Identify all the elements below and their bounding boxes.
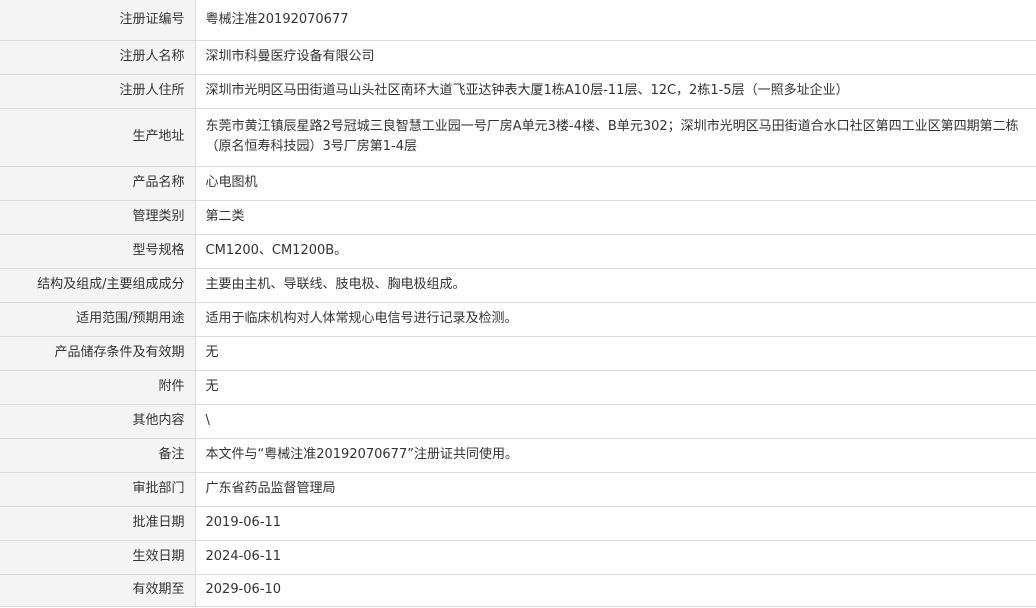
label-registration-number: 注册证编号 — [0, 0, 196, 41]
row-storage-conditions: 产品储存条件及有效期 无 — [0, 336, 1036, 371]
value-intended-use: 适用于临床机构对人体常规心电信号进行记录及检测。 — [195, 302, 1036, 337]
label-other-content: 其他内容 — [0, 404, 196, 439]
value-production-address: 东莞市黄江镇辰星路2号冠城三良智慧工业园一号厂房A单元3楼-4楼、B单元302；… — [195, 108, 1036, 167]
row-production-address: 生产地址 东莞市黄江镇辰星路2号冠城三良智慧工业园一号厂房A单元3楼-4楼、B单… — [0, 108, 1036, 167]
label-storage-conditions: 产品储存条件及有效期 — [0, 336, 196, 371]
value-management-category: 第二类 — [195, 200, 1036, 235]
row-attachments: 附件 无 — [0, 370, 1036, 405]
value-structure-composition: 主要由主机、导联线、肢电极、胸电极组成。 — [195, 268, 1036, 303]
row-registrant-address: 注册人住所 深圳市光明区马田街道马山头社区南环大道飞亚达钟表大厦1栋A10层-1… — [0, 74, 1036, 109]
value-registrant-name: 深圳市科曼医疗设备有限公司 — [195, 40, 1036, 75]
row-approval-department: 审批部门 广东省药品监督管理局 — [0, 472, 1036, 507]
value-registration-number: 粤械注准20192070677 — [195, 0, 1036, 41]
label-remarks: 备注 — [0, 438, 196, 473]
label-management-category: 管理类别 — [0, 200, 196, 235]
value-approval-department: 广东省药品监督管理局 — [195, 472, 1036, 507]
row-structure-composition: 结构及组成/主要组成成分 主要由主机、导联线、肢电极、胸电极组成。 — [0, 268, 1036, 303]
value-approval-date: 2019-06-11 — [195, 506, 1036, 541]
label-production-address: 生产地址 — [0, 108, 196, 167]
registration-info-table: 注册证编号 粤械注准20192070677 注册人名称 深圳市科曼医疗设备有限公… — [0, 0, 1036, 607]
row-product-name: 产品名称 心电图机 — [0, 166, 1036, 201]
row-management-category: 管理类别 第二类 — [0, 200, 1036, 235]
value-effective-date: 2024-06-11 — [195, 540, 1036, 575]
label-intended-use: 适用范围/预期用途 — [0, 302, 196, 337]
row-registration-number: 注册证编号 粤械注准20192070677 — [0, 0, 1036, 41]
label-attachments: 附件 — [0, 370, 196, 405]
label-approval-date: 批准日期 — [0, 506, 196, 541]
value-other-content: \ — [195, 404, 1036, 439]
row-model-spec: 型号规格 CM1200、CM1200B。 — [0, 234, 1036, 269]
value-model-spec: CM1200、CM1200B。 — [195, 234, 1036, 269]
registration-info-panel: 注册证编号 粤械注准20192070677 注册人名称 深圳市科曼医疗设备有限公… — [0, 0, 1036, 608]
value-expiry-date: 2029-06-10 — [195, 574, 1036, 607]
row-registrant-name: 注册人名称 深圳市科曼医疗设备有限公司 — [0, 40, 1036, 75]
row-approval-date: 批准日期 2019-06-11 — [0, 506, 1036, 541]
value-attachments: 无 — [195, 370, 1036, 405]
label-model-spec: 型号规格 — [0, 234, 196, 269]
value-storage-conditions: 无 — [195, 336, 1036, 371]
label-approval-department: 审批部门 — [0, 472, 196, 507]
label-effective-date: 生效日期 — [0, 540, 196, 575]
label-product-name: 产品名称 — [0, 166, 196, 201]
label-expiry-date: 有效期至 — [0, 574, 196, 607]
row-effective-date: 生效日期 2024-06-11 — [0, 540, 1036, 575]
label-registrant-name: 注册人名称 — [0, 40, 196, 75]
row-remarks: 备注 本文件与“粤械注准20192070677”注册证共同使用。 — [0, 438, 1036, 473]
row-intended-use: 适用范围/预期用途 适用于临床机构对人体常规心电信号进行记录及检测。 — [0, 302, 1036, 337]
label-registrant-address: 注册人住所 — [0, 74, 196, 109]
value-registrant-address: 深圳市光明区马田街道马山头社区南环大道飞亚达钟表大厦1栋A10层-11层、12C… — [195, 74, 1036, 109]
value-product-name: 心电图机 — [195, 166, 1036, 201]
value-remarks: 本文件与“粤械注准20192070677”注册证共同使用。 — [195, 438, 1036, 473]
row-expiry-date: 有效期至 2029-06-10 — [0, 574, 1036, 607]
label-structure-composition: 结构及组成/主要组成成分 — [0, 268, 196, 303]
row-other-content: 其他内容 \ — [0, 404, 1036, 439]
